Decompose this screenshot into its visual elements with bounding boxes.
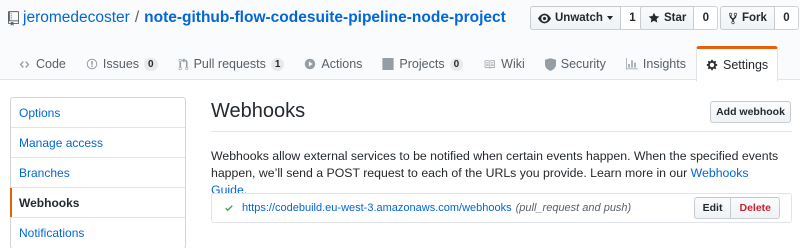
menu-item-options[interactable]: Options bbox=[11, 98, 185, 128]
webhook-url-link[interactable]: https://codebuild.eu-west-3.amazonaws.co… bbox=[242, 202, 512, 214]
unwatch-label: Unwatch bbox=[555, 12, 603, 24]
tab-security-label: Security bbox=[560, 57, 606, 71]
projects-counter: 0 bbox=[449, 57, 464, 71]
tab-wiki-label: Wiki bbox=[501, 57, 525, 71]
webhook-actions: Edit Delete bbox=[693, 197, 780, 219]
play-icon bbox=[305, 58, 316, 70]
tab-code[interactable]: Code bbox=[8, 46, 76, 80]
chevron-down-icon bbox=[606, 16, 613, 20]
star-button[interactable]: Star bbox=[640, 6, 695, 30]
tab-pull-requests-label: Pull requests bbox=[193, 57, 266, 71]
tab-wiki[interactable]: Wiki bbox=[473, 46, 535, 80]
project-icon bbox=[382, 58, 395, 70]
fork-label: Fork bbox=[742, 12, 767, 24]
tab-actions-label: Actions bbox=[321, 57, 363, 71]
webhook-events: (pull_request and push) bbox=[515, 202, 632, 214]
check-icon bbox=[225, 205, 233, 212]
shield-icon bbox=[544, 57, 556, 71]
book-icon bbox=[484, 59, 496, 69]
eye-icon bbox=[538, 13, 551, 23]
tab-settings[interactable]: Settings bbox=[696, 46, 779, 82]
star-group: Star 0 bbox=[640, 6, 719, 30]
add-webhook-button[interactable]: Add webhook bbox=[710, 101, 791, 123]
tab-projects-label: Projects bbox=[399, 57, 445, 71]
tab-issues-label: Issues bbox=[102, 57, 140, 71]
webhooks-description: Webhooks allow external services to be n… bbox=[211, 148, 786, 199]
tab-pull-requests[interactable]: Pull requests 1 bbox=[168, 46, 295, 80]
title-divider bbox=[211, 131, 792, 132]
repo-separator: / bbox=[134, 9, 140, 26]
repo-nav: Code Issues 0 Pull requests 1 Actions Pr… bbox=[8, 46, 779, 82]
unwatch-button[interactable]: Unwatch bbox=[530, 6, 621, 30]
stargazers-count[interactable]: 0 bbox=[694, 6, 719, 30]
star-icon bbox=[648, 12, 660, 23]
pull-request-icon bbox=[178, 57, 188, 70]
tab-insights-label: Insights bbox=[642, 57, 686, 71]
forks-count[interactable]: 0 bbox=[774, 6, 799, 30]
fork-group: Fork 0 bbox=[720, 6, 799, 30]
menu-item-manage-access[interactable]: Manage access bbox=[11, 128, 185, 158]
page-title: Webhooks bbox=[211, 100, 306, 122]
repo-name-link[interactable]: note-github-flow-codesuite-pipeline-node… bbox=[144, 9, 506, 27]
tab-actions[interactable]: Actions bbox=[294, 46, 372, 80]
issues-counter: 0 bbox=[144, 57, 158, 71]
delete-webhook-button[interactable]: Delete bbox=[731, 197, 780, 219]
tab-insights[interactable]: Insights bbox=[616, 46, 696, 80]
tab-issues[interactable]: Issues 0 bbox=[76, 46, 168, 80]
repo-title: jeromedecoster / note-github-flow-codesu… bbox=[8, 8, 506, 28]
edit-webhook-button[interactable]: Edit bbox=[693, 197, 732, 219]
fork-icon bbox=[728, 12, 738, 24]
code-icon bbox=[19, 60, 30, 68]
watch-group: Unwatch 1 bbox=[530, 6, 645, 30]
repo-owner-link[interactable]: jeromedecoster bbox=[23, 9, 130, 27]
webhook-item: https://codebuild.eu-west-3.amazonaws.co… bbox=[211, 193, 792, 223]
menu-item-branches[interactable]: Branches bbox=[11, 158, 185, 188]
graph-icon bbox=[625, 58, 638, 70]
tab-code-label: Code bbox=[36, 57, 66, 71]
issue-icon bbox=[86, 58, 98, 70]
tab-projects[interactable]: Projects 0 bbox=[372, 46, 473, 80]
repo-icon bbox=[8, 10, 19, 26]
tab-settings-label: Settings bbox=[723, 58, 769, 72]
star-label: Star bbox=[664, 12, 687, 24]
fork-button[interactable]: Fork bbox=[720, 6, 775, 30]
menu-item-webhooks[interactable]: Webhooks bbox=[10, 188, 185, 218]
gear-icon bbox=[706, 59, 718, 71]
tab-security[interactable]: Security bbox=[535, 46, 616, 80]
settings-menu: Options Manage access Branches Webhooks … bbox=[10, 97, 186, 248]
menu-item-notifications[interactable]: Notifications bbox=[11, 218, 185, 248]
pull-requests-counter: 1 bbox=[270, 57, 285, 71]
